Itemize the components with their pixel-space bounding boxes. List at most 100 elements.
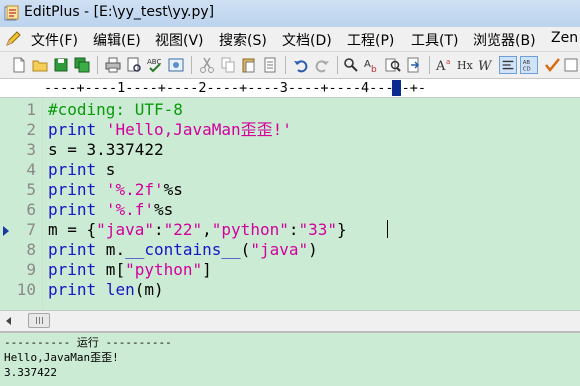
code-token: } <box>337 220 347 239</box>
line-number: 2 <box>26 120 36 139</box>
menu-document[interactable]: 文档(D) <box>282 30 332 50</box>
save-all-icon[interactable] <box>73 56 91 74</box>
code-token: m[ <box>96 260 126 279</box>
open-folder-icon[interactable] <box>31 56 49 74</box>
line-number: 4 <box>26 160 36 179</box>
find-icon[interactable] <box>342 56 360 74</box>
code-line: print m.__contains__("java") <box>48 240 318 260</box>
code-token: print <box>48 200 97 219</box>
delete-icon[interactable] <box>261 56 279 74</box>
code-line: print s <box>48 160 115 180</box>
code-token: 'Hello,JavaMan歪歪!' <box>105 120 292 139</box>
menu-project[interactable]: 工程(P) <box>347 30 394 50</box>
browser-view-icon[interactable] <box>167 56 185 74</box>
code-token: s <box>96 160 116 179</box>
svg-text:CD: CD <box>523 66 531 72</box>
save-icon[interactable] <box>52 56 70 74</box>
menu-bar: 文件(F) 编辑(E) 视图(V) 搜索(S) 文档(D) 工程(P) 工具(T… <box>0 27 580 52</box>
hex-icon[interactable]: Hx <box>456 56 474 74</box>
font-size-icon[interactable]: Aa <box>435 56 453 74</box>
spell-check-icon[interactable]: ABC <box>146 56 164 74</box>
code-line: print len(m) <box>48 280 164 300</box>
code-token: print <box>48 120 97 139</box>
code-line: print '%.f'%s <box>48 200 173 220</box>
undo-icon[interactable] <box>292 56 310 74</box>
title-bar[interactable]: EditPlus - [E:\yy_test\yy.py] <box>0 0 580 28</box>
code-token: __contains__ <box>125 240 241 259</box>
code-token: "33" <box>298 220 338 239</box>
italic-w-icon[interactable]: W <box>477 56 495 74</box>
print-preview-icon[interactable] <box>125 56 143 74</box>
menu-edit[interactable]: 编辑(E) <box>93 30 141 50</box>
word-wrap-icon[interactable] <box>499 56 517 74</box>
code-token: "java" <box>96 220 154 239</box>
more-icon[interactable] <box>563 56 580 74</box>
svg-text:A: A <box>435 59 446 74</box>
editplus-app-icon <box>4 5 19 21</box>
code-line: print 'Hello,JavaMan歪歪!' <box>48 120 292 140</box>
code-token: m = { <box>48 220 97 239</box>
line-number: 10 <box>16 280 36 299</box>
code-token: "python" <box>211 220 289 239</box>
code-token: print <box>48 160 97 179</box>
code-token: print <box>48 260 97 279</box>
menu-zen[interactable]: Zen <box>551 30 578 46</box>
pencil-icon <box>6 31 21 46</box>
code-token: '%.2f' <box>105 180 164 199</box>
print-icon[interactable] <box>104 56 122 74</box>
svg-text:a: a <box>446 58 450 66</box>
toolbar: ABC Ab Aa Hx W AB CD <box>0 52 580 79</box>
menu-view[interactable]: 视图(V) <box>155 30 204 50</box>
line-number-gutter[interactable]: 1 2 3 4 5 6 7 8 9 10 <box>0 98 43 310</box>
ruler-cursor-marker <box>392 80 401 96</box>
horizontal-scrollbar[interactable] <box>0 310 580 331</box>
line-number: 3 <box>26 140 36 159</box>
menu-file[interactable]: 文件(F) <box>31 30 78 50</box>
code-token: ) <box>308 240 318 259</box>
code-token: ] <box>202 260 212 279</box>
code-token: print <box>48 240 97 259</box>
svg-text:Hx: Hx <box>457 59 474 72</box>
window-title: EditPlus - [E:\yy_test\yy.py] <box>24 4 215 20</box>
line-number: 9 <box>26 260 36 279</box>
replace-icon[interactable]: Ab <box>363 56 381 74</box>
new-file-icon[interactable] <box>10 56 28 74</box>
code-token: %s <box>163 180 183 199</box>
ruler-marks: ----+----1----+----2----+----3----+----4… <box>44 80 427 96</box>
code-token: print <box>48 280 97 299</box>
check-icon[interactable] <box>543 56 561 74</box>
find-in-files-icon[interactable] <box>384 56 402 74</box>
code-line: s = 3.337422 <box>48 140 164 160</box>
code-token: print <box>48 180 97 199</box>
menu-search[interactable]: 搜索(S) <box>219 30 267 50</box>
code-line: #coding: UTF-8 <box>48 100 183 120</box>
code-token: , <box>202 220 212 239</box>
code-token: m. <box>96 240 126 259</box>
paste-icon[interactable] <box>240 56 258 74</box>
line-number: 1 <box>26 100 36 119</box>
svg-text:W: W <box>478 59 493 74</box>
scroll-left-arrow-icon[interactable] <box>2 314 16 328</box>
code-token: "22" <box>163 220 203 239</box>
cut-icon[interactable] <box>198 56 216 74</box>
output-line: ---------- 运行 ---------- <box>4 336 172 349</box>
code-token: (m) <box>134 280 164 299</box>
redo-icon[interactable] <box>313 56 331 74</box>
column-ruler: ----+----1----+----2----+----3----+----4… <box>0 79 580 98</box>
code-token: %s <box>153 200 174 219</box>
copy-icon[interactable] <box>219 56 237 74</box>
code-token: "java" <box>250 240 309 259</box>
column-select-icon[interactable]: ABCD <box>520 56 538 74</box>
line-number: 5 <box>26 180 36 199</box>
line-number: 8 <box>26 240 36 259</box>
editplus-window: EditPlus - [E:\yy_test\yy.py] 文件(F) 编辑(E… <box>0 0 580 386</box>
menu-tools[interactable]: 工具(T) <box>411 30 458 50</box>
code-token: "python" <box>125 260 203 279</box>
code-editor[interactable]: 1 2 3 4 5 6 7 8 9 10 #coding: UTF-8 print 'Hello,J… <box>0 98 580 310</box>
goto-icon[interactable] <box>405 56 423 74</box>
menu-browser[interactable]: 浏览器(B) <box>473 30 536 50</box>
scrollbar-thumb[interactable] <box>28 313 50 328</box>
